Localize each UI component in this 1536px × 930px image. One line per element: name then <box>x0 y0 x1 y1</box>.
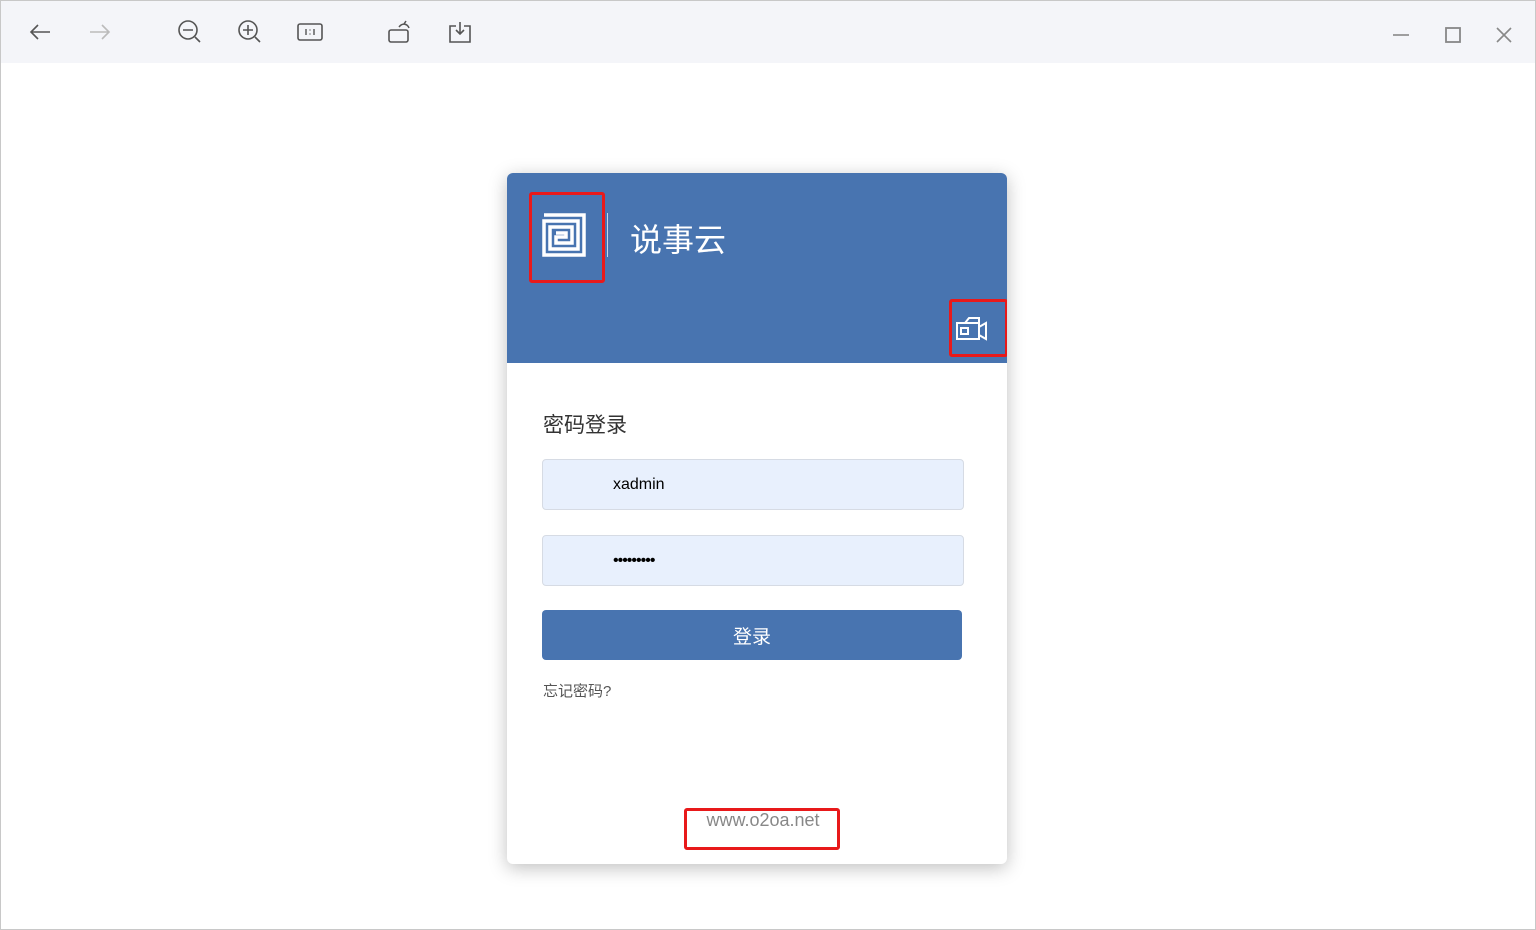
back-button[interactable] <box>23 15 57 49</box>
close-icon <box>1496 27 1512 43</box>
login-button[interactable]: 登录 <box>542 610 962 660</box>
zoom-out-icon <box>178 20 201 43</box>
username-input[interactable] <box>542 459 964 510</box>
image-viewer-window: 说事云 密码登录 登录 忘记密码? www.o2oa.net <box>0 0 1536 930</box>
forgot-password-link[interactable]: 忘记密码? <box>543 680 611 701</box>
minimize-button[interactable] <box>1384 15 1418 49</box>
arrow-left-icon <box>29 24 50 40</box>
zoom-in-button[interactable] <box>233 15 267 49</box>
download-icon <box>449 22 471 43</box>
zoom-in-icon <box>238 20 261 43</box>
header-divider <box>607 213 608 257</box>
actual-size-icon <box>297 23 323 41</box>
arrow-right-icon <box>90 24 111 40</box>
website-annotation-box <box>684 808 840 850</box>
section-title: 密码登录 <box>543 414 627 437</box>
actual-size-button[interactable] <box>293 15 327 49</box>
login-card: 说事云 密码登录 登录 忘记密码? www.o2oa.net <box>507 173 1007 864</box>
maximize-button[interactable] <box>1436 15 1470 49</box>
download-button[interactable] <box>443 15 477 49</box>
app-title: 说事云 <box>630 221 727 259</box>
logo-annotation-box <box>529 192 605 283</box>
minimize-icon <box>1393 34 1409 36</box>
camera-annotation-box <box>949 299 1007 357</box>
rotate-icon <box>388 20 410 43</box>
close-button[interactable] <box>1486 15 1520 49</box>
maximize-icon <box>1445 27 1461 43</box>
forward-button[interactable] <box>83 15 117 49</box>
rotate-button[interactable] <box>383 15 417 49</box>
viewer-toolbar <box>1 1 1535 63</box>
zoom-out-button[interactable] <box>173 15 207 49</box>
password-input[interactable] <box>542 535 964 586</box>
